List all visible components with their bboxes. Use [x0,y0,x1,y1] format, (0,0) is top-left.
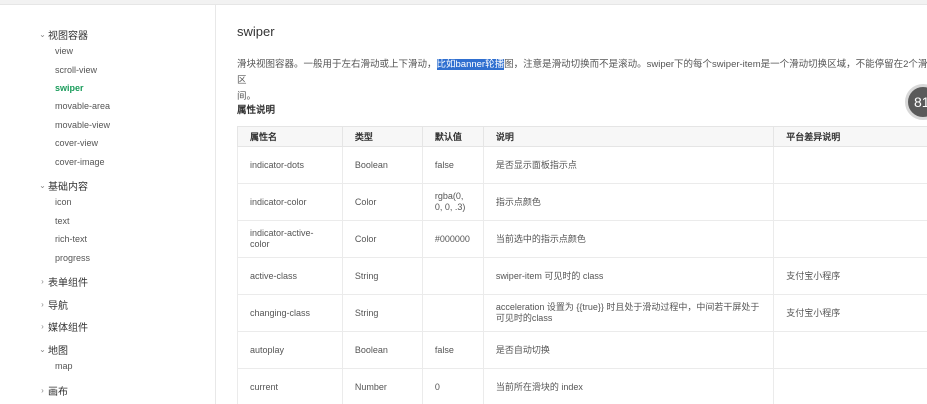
table-cell: String [341,294,423,332]
sidebar-item-view[interactable]: view [55,46,73,56]
sidebar-item-rich-text[interactable]: rich-text [55,234,87,244]
sidebar-group-label: 画布 [48,387,68,398]
sidebar-item-cover-image[interactable]: cover-image [55,157,105,167]
properties-table: 属性名 类型 默认值 说明 平台差异说明 indicator-dots Bool… [237,126,927,404]
table-cell: autoplay [237,331,343,369]
table-cell: acceleration 设置为 {{true}} 时且处于滑动过程中，中间若干… [482,294,775,332]
table-cell: indicator-dots [237,146,343,184]
description-text: 滑块视图容器。一般用于左右滑动或上下滑动， [237,59,437,70]
sidebar-group-label: 导航 [48,301,68,312]
column-header: 默认值 [421,126,484,147]
column-header: 属性名 [237,126,343,147]
table-cell: String [341,257,423,295]
chevron-down-icon: ⌄ [39,30,46,39]
table-row: indicator-dots Boolean false 是否显示面板指示点 [237,146,927,184]
table-row: autoplay Boolean false 是否自动切换 [237,331,927,369]
table-cell: current [237,368,343,404]
table-cell: #000000 [421,220,484,258]
table-cell [773,146,927,184]
table-cell: Color [341,220,423,258]
table-cell: Color [341,183,423,221]
sidebar-item-scroll-view[interactable]: scroll-view [55,65,97,75]
column-header: 类型 [341,126,423,147]
table-header-row: 属性名 类型 默认值 说明 平台差异说明 [237,126,927,147]
table-cell [773,368,927,404]
table-cell: 支付宝小程序 [773,257,927,295]
page-title: swiper [237,24,275,39]
table-row: indicator-active-color Color #000000 当前选… [237,220,927,258]
table-cell: false [421,146,484,184]
chevron-right-icon: › [41,300,44,309]
table-cell: 是否自动切换 [482,331,775,369]
table-cell: 支付宝小程序 [773,294,927,332]
sidebar-item-icon[interactable]: icon [55,197,72,207]
table-cell: swiper-item 可见时的 class [482,257,775,295]
sidebar-group-label: 视图容器 [48,31,88,42]
sidebar-group-form[interactable]: › 表单组件 [38,274,88,289]
sidebar-item-map[interactable]: map [55,361,73,371]
section-title: 属性说明 [237,105,276,116]
table-cell: active-class [237,257,343,295]
sidebar-item-swiper[interactable]: swiper [55,83,84,93]
table-cell: 是否显示面板指示点 [482,146,775,184]
table-cell: indicator-color [237,183,343,221]
sidebar-group-map[interactable]: ⌄ 地图 [38,342,68,357]
sidebar-item-cover-view[interactable]: cover-view [55,138,98,148]
table-cell: Boolean [341,331,423,369]
table-cell: 当前所在滑块的 index [482,368,775,404]
chevron-down-icon: ⌄ [39,181,46,190]
table-row: active-class String swiper-item 可见时的 cla… [237,257,927,295]
table-cell: false [421,331,484,369]
description-text: 间。 [237,91,257,102]
chevron-right-icon: › [41,277,44,286]
sidebar-item-movable-view[interactable]: movable-view [55,120,110,130]
table-cell [773,183,927,221]
main-content: swiper 滑块视图容器。一般用于左右滑动或上下滑动，比如banner轮播图，… [237,5,927,404]
table-cell [421,257,484,295]
sidebar: ⌄ 视图容器 view scroll-view swiper movable-ar… [0,5,216,404]
table-cell: Boolean [341,146,423,184]
table-cell: rgba(0, 0, 0, .3) [421,183,484,221]
table-cell [421,294,484,332]
sidebar-group-label: 媒体组件 [48,323,88,334]
sidebar-group-canvas[interactable]: › 画布 [38,383,68,398]
table-cell: Number [341,368,423,404]
chevron-right-icon: › [41,386,44,395]
table-cell: indicator-active-color [237,220,343,258]
table-cell: 当前选中的指示点颜色 [482,220,775,258]
table-row: changing-class String acceleration 设置为 {… [237,294,927,332]
sidebar-group-label: 表单组件 [48,278,88,289]
sidebar-group-media[interactable]: › 媒体组件 [38,319,88,334]
column-header: 说明 [482,126,775,147]
table-cell: 指示点颜色 [482,183,775,221]
sidebar-group-view-containers[interactable]: ⌄ 视图容器 [38,27,88,42]
chevron-right-icon: › [41,322,44,331]
sidebar-item-movable-area[interactable]: movable-area [55,101,110,111]
table-cell: 0 [421,368,484,404]
sidebar-group-label: 地图 [48,346,68,357]
chevron-down-icon: ⌄ [39,345,46,354]
column-header: 平台差异说明 [773,126,927,147]
component-description: 滑块视图容器。一般用于左右滑动或上下滑动，比如banner轮播图，注意是滑动切换… [237,57,927,105]
table-row: indicator-color Color rgba(0, 0, 0, .3) … [237,183,927,221]
sidebar-group-label: 基础内容 [48,182,88,193]
sidebar-item-progress[interactable]: progress [55,253,90,263]
sidebar-group-basic-content[interactable]: ⌄ 基础内容 [38,178,88,193]
table-cell: changing-class [237,294,343,332]
sidebar-group-navigation[interactable]: › 导航 [38,297,68,312]
sidebar-item-text[interactable]: text [55,216,70,226]
table-cell [773,331,927,369]
table-row: current Number 0 当前所在滑块的 index [237,368,927,404]
selected-text: 比如banner轮播 [436,59,505,70]
table-cell [773,220,927,258]
